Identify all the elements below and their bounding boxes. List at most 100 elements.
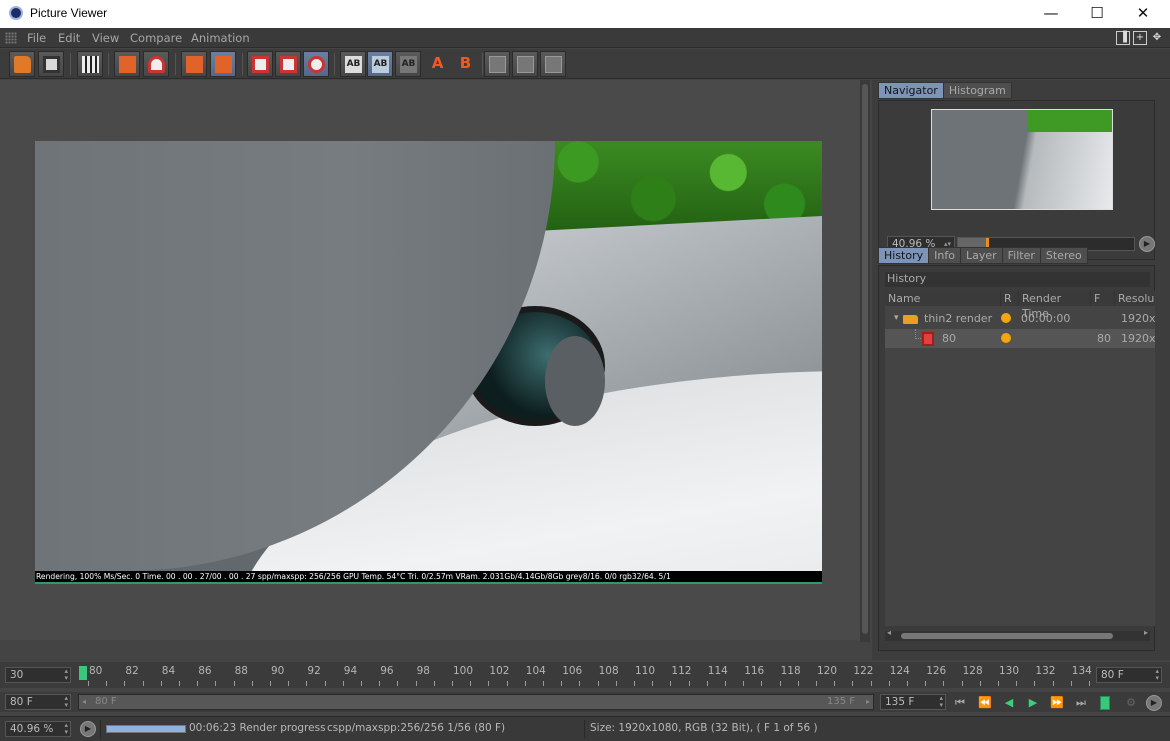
move-icon[interactable]: ✥ bbox=[1150, 32, 1164, 46]
compare-view-icon bbox=[308, 56, 325, 73]
grid-1-button[interactable] bbox=[484, 51, 510, 77]
view-b-button[interactable] bbox=[275, 51, 301, 77]
save-button[interactable] bbox=[38, 51, 64, 77]
go-to-end-icon[interactable]: ⏭ bbox=[1072, 696, 1090, 710]
tab-stereo[interactable]: Stereo bbox=[1039, 247, 1088, 264]
tab-info[interactable]: Info bbox=[928, 247, 961, 264]
tab-history[interactable]: History bbox=[878, 247, 930, 264]
timeline-end-field[interactable]: 80 F ▴ ▾ bbox=[1096, 667, 1162, 683]
timeline-tick-label: 126 bbox=[926, 665, 947, 677]
play-forward-icon[interactable]: ▶ bbox=[1024, 696, 1042, 710]
tab-navigator[interactable]: Navigator bbox=[878, 82, 944, 99]
go-to-start-icon[interactable]: ⏮ bbox=[951, 696, 969, 710]
timeline-tick-label: 128 bbox=[962, 665, 983, 677]
maximize-button[interactable]: ☐ bbox=[1074, 0, 1120, 28]
ab-swap-button[interactable]: AB bbox=[395, 51, 421, 77]
thumbnail-foliage bbox=[1027, 110, 1112, 132]
render-image[interactable] bbox=[35, 141, 822, 571]
menu-file[interactable]: File bbox=[27, 31, 46, 45]
col-frame[interactable]: F bbox=[1091, 291, 1115, 306]
timeline-tick bbox=[961, 681, 963, 686]
spinner-icon[interactable]: ▴▾ bbox=[939, 695, 943, 709]
timeline-start-field[interactable]: 30 ▴ ▾ bbox=[5, 667, 71, 683]
timeline-tick bbox=[160, 681, 162, 686]
navigator-thumbnail[interactable] bbox=[931, 109, 1113, 210]
viewport-scrollbar[interactable] bbox=[860, 80, 870, 642]
tab-filter[interactable]: Filter bbox=[1001, 247, 1041, 264]
viewport-scroll-thumb[interactable] bbox=[862, 84, 868, 634]
menu-compare[interactable]: Compare bbox=[130, 31, 182, 45]
table-row[interactable]: 80 80 1920x bbox=[885, 329, 1156, 348]
col-r[interactable]: R bbox=[1001, 291, 1019, 306]
view-a-button[interactable] bbox=[247, 51, 273, 77]
copy-button[interactable] bbox=[181, 51, 207, 77]
menu-view[interactable]: View bbox=[92, 31, 119, 45]
grid-2-button[interactable] bbox=[512, 51, 538, 77]
navigator-play-button[interactable]: ▶ bbox=[1139, 236, 1155, 252]
timeline-tick bbox=[397, 681, 399, 686]
grid-3-button[interactable] bbox=[540, 51, 566, 77]
timeline-tick bbox=[979, 681, 981, 686]
col-name[interactable]: Name bbox=[885, 291, 1001, 306]
scroll-right-icon[interactable]: ▸ bbox=[1144, 628, 1148, 637]
status-dot-icon bbox=[1001, 313, 1011, 323]
panel-layout-icon[interactable]: ▐ bbox=[1116, 31, 1130, 45]
set-a-button[interactable]: A bbox=[425, 51, 451, 77]
step-forward-icon[interactable]: ⏩ bbox=[1048, 696, 1066, 710]
menu-edit[interactable]: Edit bbox=[58, 31, 80, 45]
timeline-tick bbox=[306, 681, 308, 686]
status-play-button[interactable]: ▶ bbox=[80, 721, 96, 737]
status-dot-icon bbox=[1001, 333, 1011, 343]
user-button[interactable] bbox=[143, 51, 169, 77]
history-scrollbar[interactable]: ◂ ▸ bbox=[885, 628, 1150, 641]
range-right-icon[interactable]: ▸ bbox=[866, 695, 870, 709]
settings-icon[interactable]: ⚙ bbox=[1122, 696, 1140, 710]
range-slider[interactable]: ◂ 80 F 135 F ▸ bbox=[78, 694, 874, 710]
table-row[interactable]: ▾ thin2 render 00:00:00 1920x bbox=[885, 309, 1156, 328]
close-button[interactable]: ✕ bbox=[1120, 0, 1166, 28]
expand-icon[interactable]: + bbox=[1133, 31, 1147, 45]
toolbar-separator bbox=[482, 53, 483, 75]
navigator-tabs: Navigator Histogram bbox=[878, 82, 1012, 99]
open-button[interactable] bbox=[9, 51, 35, 77]
spinner-icon[interactable]: ▴▾ bbox=[64, 722, 68, 736]
cinema4d-app-icon bbox=[9, 6, 23, 20]
paste-button[interactable] bbox=[210, 51, 236, 77]
compare-view-button[interactable] bbox=[303, 51, 329, 77]
timeline-ruler[interactable]: 80 82 84 86 88 90 92 94 96 98 100 102 104 106 108 110 11… bbox=[78, 662, 1092, 688]
spinner-icon[interactable]: ▴▾ bbox=[1155, 668, 1159, 682]
history-table: Name R Render Time F Resolu ▾ thin2 rend… bbox=[885, 291, 1156, 626]
timeline-tick-label: 104 bbox=[525, 665, 546, 677]
timeline-tick bbox=[743, 681, 745, 686]
play-backward-icon[interactable]: ◀ bbox=[1000, 696, 1018, 710]
loop-marker-icon[interactable] bbox=[1100, 696, 1110, 710]
spinner-icon[interactable]: ▴▾ bbox=[64, 695, 68, 709]
col-render-time[interactable]: Render Time bbox=[1019, 291, 1091, 320]
tab-layer[interactable]: Layer bbox=[959, 247, 1003, 264]
timeline-tick-label: 118 bbox=[780, 665, 801, 677]
scroll-left-icon[interactable]: ◂ bbox=[887, 628, 891, 637]
timeline-tick bbox=[342, 681, 344, 686]
render-progress-text: 00:06:23 Render progress bbox=[189, 722, 326, 734]
range-min-field[interactable]: 80 F ▴ ▾ bbox=[5, 694, 71, 710]
film-button[interactable] bbox=[77, 51, 103, 77]
ab-split-button[interactable]: AB bbox=[367, 51, 393, 77]
tab-histogram[interactable]: Histogram bbox=[942, 82, 1012, 99]
history-scroll-thumb[interactable] bbox=[901, 633, 1113, 639]
render-region-button[interactable] bbox=[114, 51, 140, 77]
range-left-icon[interactable]: ◂ bbox=[82, 695, 86, 709]
expand-arrow-icon[interactable]: ▾ bbox=[894, 309, 899, 328]
playback-options-button[interactable]: ▶ bbox=[1146, 695, 1162, 711]
set-b-button[interactable]: B bbox=[453, 51, 479, 77]
range-max-field[interactable]: 135 F ▴ ▾ bbox=[880, 694, 946, 710]
minimize-button[interactable]: — bbox=[1028, 0, 1074, 28]
ab-button[interactable]: AB bbox=[340, 51, 366, 77]
spinner-icon[interactable]: ▴▾ bbox=[64, 668, 68, 682]
step-back-icon[interactable]: ⏪ bbox=[976, 696, 994, 710]
timeline-tick bbox=[998, 681, 999, 686]
title-bar: Picture Viewer — ☐ ✕ bbox=[0, 0, 1170, 28]
menu-animation[interactable]: Animation bbox=[191, 31, 250, 45]
timeline-playhead[interactable] bbox=[79, 666, 87, 680]
col-resolution[interactable]: Resolu bbox=[1115, 291, 1155, 306]
status-zoom-field[interactable]: 40.96 % ▴ ▾ bbox=[5, 721, 71, 737]
